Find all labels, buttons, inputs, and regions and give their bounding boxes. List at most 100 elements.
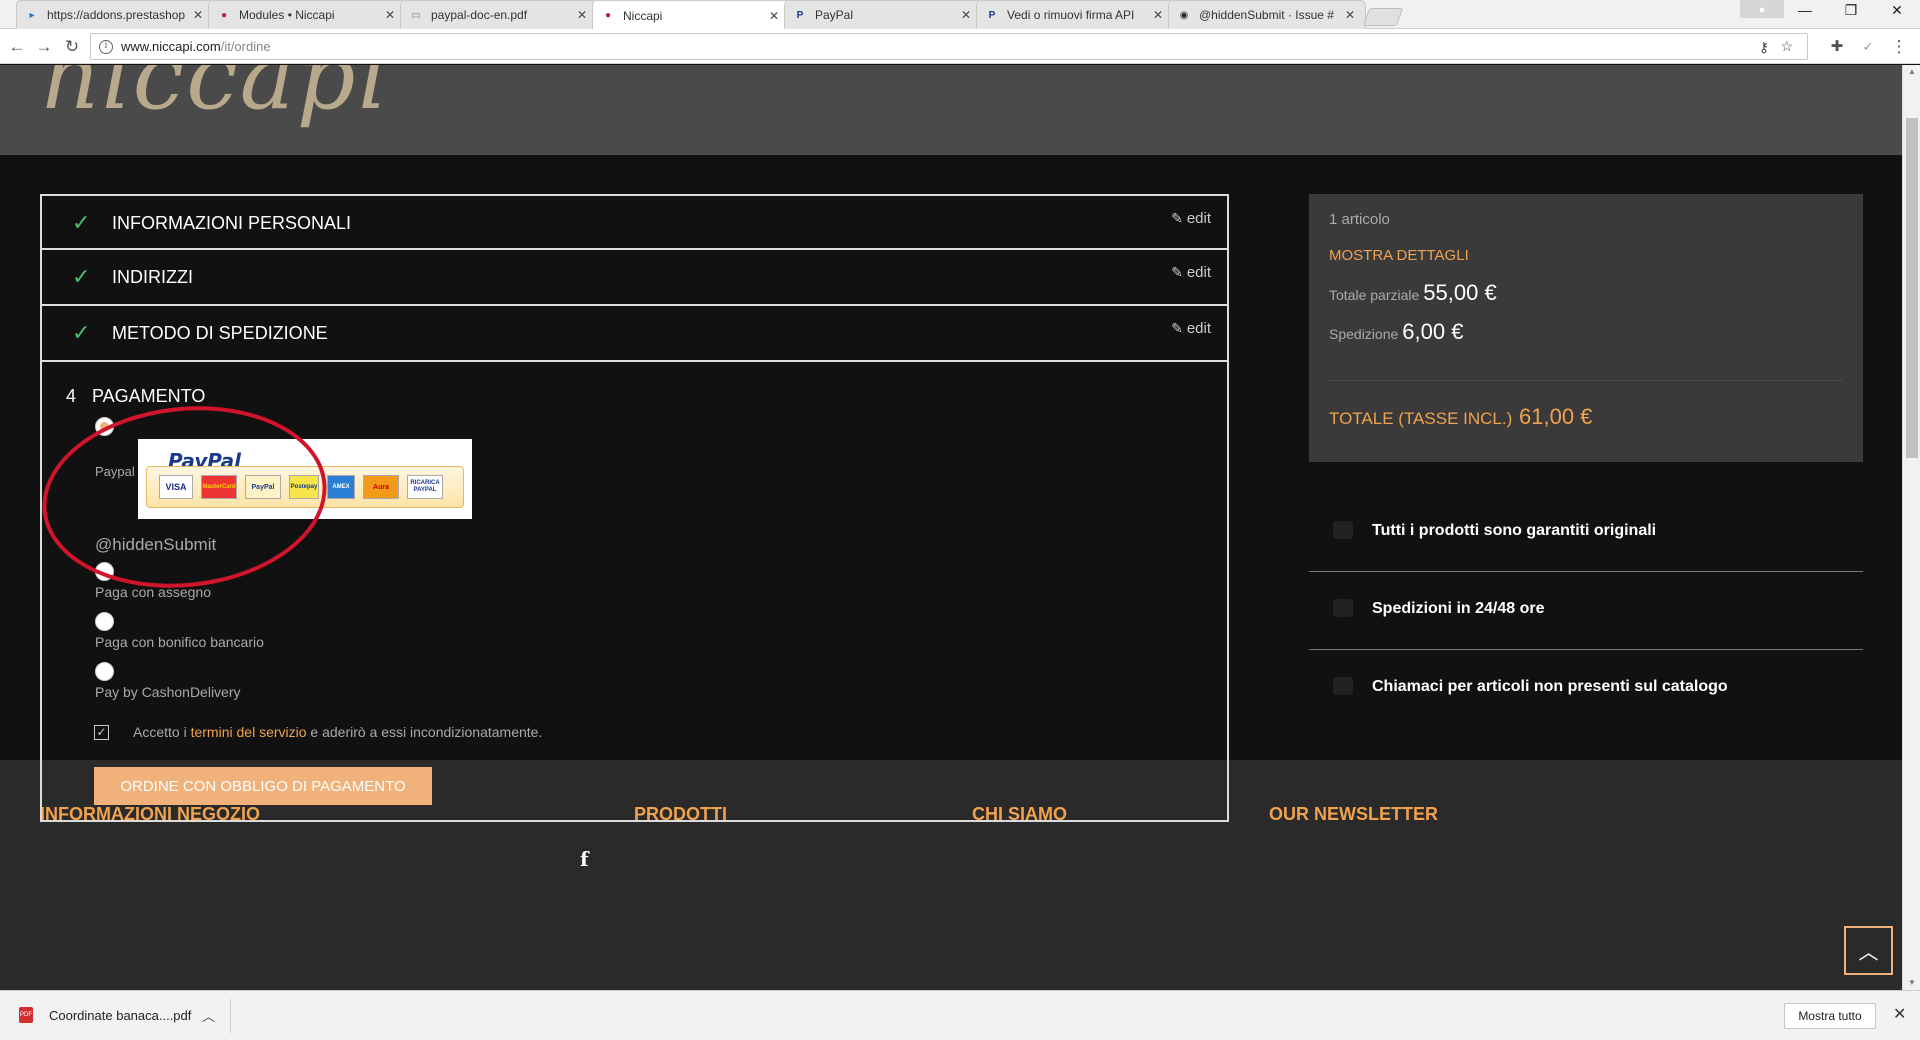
close-icon[interactable]: ✕ (1151, 8, 1165, 22)
scroll-down-arrow-icon[interactable]: ▼ (1903, 976, 1920, 990)
niccapi-icon: ● (220, 9, 228, 21)
back-icon[interactable]: ← (6, 36, 28, 58)
total-label: TOTALE (TASSE INCL.) (1329, 409, 1513, 428)
forward-icon[interactable]: → (33, 36, 55, 58)
new-tab-button[interactable] (1362, 8, 1404, 26)
close-icon[interactable]: ✕ (575, 8, 589, 22)
close-icon[interactable]: ✕ (383, 8, 397, 22)
step-personal-info[interactable]: ✓ INFORMAZIONI PERSONALI ✎ edit (40, 194, 1229, 250)
close-icon[interactable]: ✕ (1893, 1004, 1906, 1024)
edit-link[interactable]: ✎ edit (1171, 320, 1211, 337)
facebook-icon[interactable]: f (580, 847, 589, 871)
pencil-icon: ✎ (1171, 210, 1183, 226)
terms-prefix: Accetto i (133, 724, 191, 740)
key-icon[interactable]: ⚷ (1759, 39, 1769, 56)
show-details-link[interactable]: MOSTRA DETTAGLI (1329, 247, 1469, 264)
tab-pdf[interactable]: ▭ paypal-doc-en.pdf ✕ (400, 0, 598, 29)
minimize-icon[interactable]: — (1782, 2, 1828, 24)
step-title: PAGAMENTO (92, 386, 206, 406)
edit-label: edit (1186, 264, 1211, 281)
tab-niccapi[interactable]: ● Niccapi ✕ (592, 0, 790, 30)
close-icon[interactable]: ✕ (1343, 8, 1357, 22)
restore-icon[interactable]: ❐ (1828, 2, 1874, 24)
close-icon[interactable]: ✕ (191, 8, 205, 22)
annotation-circle (33, 392, 336, 602)
tab-addons[interactable]: ▸ https://addons.prestashop ✕ (16, 0, 214, 29)
tab-label: @hiddenSubmit · Issue # (1199, 8, 1334, 22)
option-label: Pay by CashonDelivery (95, 684, 241, 700)
extension-icon[interactable]: ✚ (1826, 36, 1848, 58)
bookmark-star-icon[interactable]: ☆ (1780, 38, 1793, 55)
radio-bonifico[interactable] (95, 612, 114, 631)
tab-label: https://addons.prestashop (47, 8, 186, 22)
page-content: niccapi INFORMAZIONI NEGOZIO PRODOTTI CH… (0, 65, 1902, 990)
scroll-to-top-button[interactable]: ︿ (1844, 926, 1893, 975)
divider (230, 999, 231, 1033)
option-label: Paga con bonifico bancario (95, 634, 264, 650)
edit-link[interactable]: ✎ edit (1171, 210, 1211, 227)
step-title: INFORMAZIONI PERSONALI (112, 213, 352, 233)
url-path: /it/ordine (220, 39, 271, 54)
paypal-icon: P (796, 9, 804, 21)
site-logo[interactable]: niccapi (40, 65, 389, 130)
ricarica-paypal-icon: RICARICA PAYPAL (407, 475, 443, 499)
pencil-icon: ✎ (1171, 320, 1183, 336)
tab-label: PayPal (815, 8, 854, 22)
close-icon[interactable]: ✕ (767, 9, 781, 23)
subtotal-row: Totale parziale 55,00 € (1329, 280, 1497, 306)
user-profile-icon[interactable]: ● (1740, 0, 1784, 18)
edit-label: edit (1186, 320, 1211, 337)
address-bar[interactable]: i www.niccapi.com/it/ordine ⚷ ☆ (90, 33, 1808, 60)
download-filename[interactable]: Coordinate banaca....pdf (49, 1008, 191, 1023)
paypal-icon: P (988, 9, 996, 21)
shipping-row: Spedizione 6,00 € (1329, 319, 1463, 345)
chevron-up-icon[interactable]: ︿ (202, 1006, 215, 1025)
tab-github[interactable]: ◉ @hiddenSubmit · Issue # ✕ (1168, 0, 1366, 29)
tab-label: Vedi o rimuovi firma API (1007, 8, 1135, 22)
subtotal-value: 55,00 € (1423, 280, 1497, 305)
edit-link[interactable]: ✎ edit (1171, 264, 1211, 281)
tab-paypal-api[interactable]: P Vedi o rimuovi firma API ✕ (976, 0, 1174, 29)
browser-toolbar: ← → ↻ i www.niccapi.com/it/ordine ⚷ ☆ ✚ … (0, 29, 1920, 64)
terms-checkbox[interactable]: ✓ (94, 725, 109, 740)
extension-check-icon[interactable]: ✓ (1857, 36, 1879, 58)
browser-tab-bar: ▸ https://addons.prestashop ✕ ● Modules … (0, 0, 1920, 30)
terms-text: Accetto i termini del servizio e aderirò… (133, 724, 542, 740)
pencil-icon: ✎ (1171, 264, 1183, 280)
step-number: 4 (66, 386, 77, 406)
prestashop-icon: ▸ (29, 9, 35, 21)
page-scrollbar[interactable]: ▲ ▼ (1902, 65, 1920, 990)
close-icon[interactable]: ✕ (959, 8, 973, 22)
reload-icon[interactable]: ↻ (61, 36, 83, 58)
place-order-button[interactable]: ORDINE CON OBBLIGO DI PAGAMENTO (94, 767, 432, 805)
scrollbar-thumb[interactable] (1906, 118, 1918, 458)
show-all-button[interactable]: Mostra tutto (1784, 1003, 1876, 1029)
checkmark-icon: ✓ (72, 210, 91, 235)
tab-modules[interactable]: ● Modules • Niccapi ✕ (208, 0, 406, 29)
shipping-label: Spedizione (1329, 326, 1399, 342)
step-title: METODO DI SPEDIZIONE (112, 323, 328, 343)
checkmark-icon: ✓ (72, 264, 91, 289)
niccapi-icon: ● (604, 10, 612, 21)
assurance-text: Tutti i prodotti sono garantiti original… (1372, 522, 1657, 539)
total-row: TOTALE (TASSE INCL.) 61,00 € (1329, 404, 1592, 430)
radio-cod[interactable] (95, 662, 114, 681)
assurance-item: Spedizioni in 24/48 ore (1309, 572, 1863, 650)
total-value: 61,00 € (1519, 404, 1593, 429)
edit-label: edit (1186, 210, 1211, 227)
tab-paypal[interactable]: P PayPal ✕ (784, 0, 982, 29)
checkmark-icon: ✓ (72, 320, 91, 345)
menu-icon[interactable]: ⋮ (1888, 36, 1910, 58)
step-payment: 4 PAGAMENTO Paypal PayPal VISA MasterCar… (33, 362, 1229, 822)
terms-link[interactable]: termini del servizio (191, 724, 307, 740)
header-banner: niccapi (0, 65, 1902, 155)
checkout-steps: ✓ INFORMAZIONI PERSONALI ✎ edit ✓ INDIRIZ… (33, 194, 1229, 822)
document-icon: ▭ (411, 9, 421, 21)
step-shipping-method[interactable]: ✓ METODO DI SPEDIZIONE ✎ edit (40, 306, 1229, 362)
footer-heading: OUR NEWSLETTER (1269, 804, 1438, 824)
step-addresses[interactable]: ✓ INDIRIZZI ✎ edit (40, 250, 1229, 306)
info-icon[interactable]: i (99, 39, 113, 54)
shield-icon (1333, 521, 1353, 539)
scroll-up-arrow-icon[interactable]: ▲ (1903, 65, 1920, 79)
close-window-icon[interactable]: ✕ (1874, 2, 1920, 24)
